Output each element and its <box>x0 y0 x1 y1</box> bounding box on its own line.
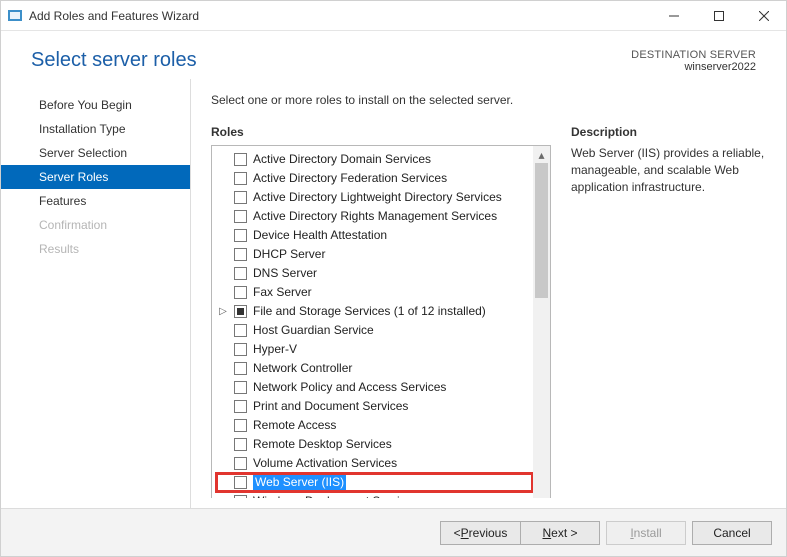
wizard-window: Add Roles and Features Wizard Select ser… <box>0 0 787 557</box>
wizard-step: Confirmation <box>1 213 190 237</box>
role-checkbox[interactable] <box>234 153 247 166</box>
role-label: Web Server (IIS) <box>253 474 346 491</box>
role-label: Volume Activation Services <box>253 455 397 472</box>
role-item[interactable]: Hyper-V <box>216 340 533 359</box>
wizard-step[interactable]: Server Roles <box>1 165 190 189</box>
role-checkbox[interactable] <box>234 248 247 261</box>
expander-icon[interactable]: ▷ <box>218 303 228 320</box>
role-label: Network Controller <box>253 360 352 377</box>
description-heading: Description <box>571 125 766 139</box>
role-label: Fax Server <box>253 284 312 301</box>
previous-button[interactable]: < Previous <box>440 521 520 545</box>
role-item[interactable]: Volume Activation Services <box>216 454 533 473</box>
wizard-step[interactable]: Server Selection <box>1 141 190 165</box>
main-content: Before You BeginInstallation TypeServer … <box>1 79 786 508</box>
titlebar: Add Roles and Features Wizard <box>1 1 786 31</box>
role-checkbox[interactable] <box>234 305 247 318</box>
role-checkbox[interactable] <box>234 324 247 337</box>
role-checkbox[interactable] <box>234 476 247 489</box>
scroll-up-icon[interactable]: ▴ <box>533 146 550 163</box>
role-checkbox[interactable] <box>234 457 247 470</box>
role-checkbox[interactable] <box>234 172 247 185</box>
role-item[interactable]: Windows Deployment Services <box>216 492 533 498</box>
destination-server-block: DESTINATION SERVER winserver2022 <box>631 49 756 73</box>
role-item[interactable]: DNS Server <box>216 264 533 283</box>
install-button[interactable]: Install <box>606 521 686 545</box>
role-item[interactable]: Print and Document Services <box>216 397 533 416</box>
next-button[interactable]: Next > <box>520 521 600 545</box>
app-icon <box>7 8 23 24</box>
roles-listbox: Active Directory Domain Services Active D… <box>211 145 551 498</box>
wizard-steps-sidebar: Before You BeginInstallation TypeServer … <box>1 79 191 508</box>
minimize-button[interactable] <box>651 1 696 30</box>
role-item[interactable]: Remote Desktop Services <box>216 435 533 454</box>
destination-server-name: winserver2022 <box>631 61 756 73</box>
role-label: Active Directory Rights Management Servi… <box>253 208 497 225</box>
role-label: Active Directory Domain Services <box>253 151 431 168</box>
role-label: Device Health Attestation <box>253 227 387 244</box>
page-title: Select server roles <box>31 49 631 72</box>
role-label: Print and Document Services <box>253 398 408 415</box>
nav-button-group: < Previous Next > <box>440 521 600 545</box>
role-checkbox[interactable] <box>234 210 247 223</box>
role-checkbox[interactable] <box>234 229 247 242</box>
role-label: Host Guardian Service <box>253 322 374 339</box>
scrollbar[interactable]: ▴ ▾ <box>533 146 550 498</box>
role-label: Remote Access <box>253 417 336 434</box>
instruction-text: Select one or more roles to install on t… <box>211 93 766 107</box>
role-label: Active Directory Federation Services <box>253 170 447 187</box>
maximize-button[interactable] <box>696 1 741 30</box>
role-item[interactable]: Active Directory Rights Management Servi… <box>216 207 533 226</box>
roles-column: Roles Active Directory Domain ServicesAc… <box>211 125 551 498</box>
role-label: Network Policy and Access Services <box>253 379 446 396</box>
role-label: Remote Desktop Services <box>253 436 392 453</box>
role-item[interactable]: Active Directory Federation Services <box>216 169 533 188</box>
role-checkbox[interactable] <box>234 381 247 394</box>
role-item[interactable]: Device Health Attestation <box>216 226 533 245</box>
role-item[interactable]: Web Server (IIS) <box>216 473 533 492</box>
role-item[interactable]: ▷ File and Storage Services (1 of 12 inst… <box>216 302 533 321</box>
role-checkbox[interactable] <box>234 400 247 413</box>
scroll-track[interactable] <box>533 163 550 498</box>
content-pane: Select one or more roles to install on t… <box>191 79 776 508</box>
role-checkbox[interactable] <box>234 438 247 451</box>
footer: < Previous Next > Install Cancel <box>1 508 786 556</box>
role-item[interactable]: Remote Access <box>216 416 533 435</box>
role-item[interactable]: Fax Server <box>216 283 533 302</box>
role-label: File and Storage Services (1 of 12 insta… <box>253 303 486 320</box>
role-label: Windows Deployment Services <box>253 493 418 498</box>
role-label: DNS Server <box>253 265 317 282</box>
wizard-step[interactable]: Before You Begin <box>1 93 190 117</box>
role-item[interactable]: Host Guardian Service <box>216 321 533 340</box>
role-checkbox[interactable] <box>234 286 247 299</box>
role-checkbox[interactable] <box>234 362 247 375</box>
role-checkbox[interactable] <box>234 267 247 280</box>
header: Select server roles DESTINATION SERVER w… <box>1 31 786 79</box>
role-item[interactable]: Network Controller <box>216 359 533 378</box>
role-checkbox[interactable] <box>234 419 247 432</box>
wizard-step[interactable]: Features <box>1 189 190 213</box>
role-label: Hyper-V <box>253 341 297 358</box>
wizard-step: Results <box>1 237 190 261</box>
role-label: Active Directory Lightweight Directory S… <box>253 189 502 206</box>
role-item[interactable]: DHCP Server <box>216 245 533 264</box>
roles-scroll-area[interactable]: Active Directory Domain Services Active D… <box>212 146 533 498</box>
description-text: Web Server (IIS) provides a reliable, ma… <box>571 145 766 196</box>
cancel-button[interactable]: Cancel <box>692 521 772 545</box>
role-item[interactable]: Active Directory Domain Services <box>216 150 533 169</box>
close-button[interactable] <box>741 1 786 30</box>
role-label: DHCP Server <box>253 246 325 263</box>
role-item[interactable]: Network Policy and Access Services <box>216 378 533 397</box>
scroll-thumb[interactable] <box>535 163 548 298</box>
role-checkbox[interactable] <box>234 191 247 204</box>
destination-label: DESTINATION SERVER <box>631 49 756 61</box>
description-column: Description Web Server (IIS) provides a … <box>571 125 766 498</box>
roles-heading: Roles <box>211 125 551 139</box>
wizard-step[interactable]: Installation Type <box>1 117 190 141</box>
role-checkbox[interactable] <box>234 343 247 356</box>
role-item[interactable]: Active Directory Lightweight Directory S… <box>216 188 533 207</box>
window-title: Add Roles and Features Wizard <box>29 9 651 23</box>
role-checkbox[interactable] <box>234 495 247 498</box>
